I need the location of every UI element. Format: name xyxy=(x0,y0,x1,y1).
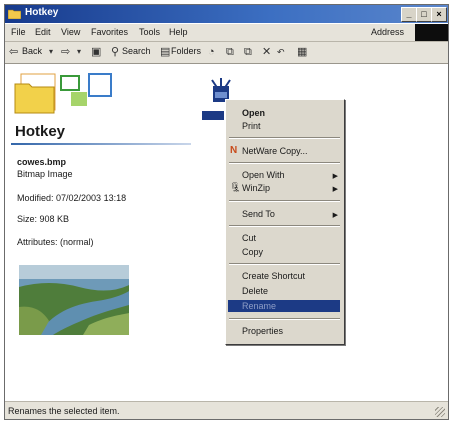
menu-item-open[interactable]: Open xyxy=(242,108,265,118)
menu-item-rename-label: Rename xyxy=(242,301,277,311)
close-button[interactable]: × xyxy=(431,7,447,22)
menu-item-rename[interactable]: Rename xyxy=(228,300,340,312)
menu-item-copy[interactable]: Copy xyxy=(242,247,263,257)
selected-file-attributes: Attributes: (normal) xyxy=(17,237,94,247)
menu-favorites[interactable]: Favorites xyxy=(91,27,128,37)
selected-file-modified: Modified: 07/02/2003 13:18 xyxy=(17,193,127,203)
menu-item-winzip[interactable]: WinZip xyxy=(242,183,270,193)
maximize-button[interactable]: □ xyxy=(416,7,432,22)
submenu-arrow-icon: ▶ xyxy=(332,186,338,193)
status-text: Renames the selected item. xyxy=(8,406,120,416)
menu-tools[interactable]: Tools xyxy=(139,27,160,37)
toolbar: ⇦ Back ▾ ⇨ ▾ ▣ ⚲ Search ▤ Folders ◔ ⧉ ⧉ … xyxy=(5,42,448,64)
window-title: Hotkey xyxy=(25,7,59,18)
divider xyxy=(11,143,191,145)
folder-info-panel: Hotkey cowes.bmp Bitmap Image Modified: … xyxy=(5,64,195,400)
menu-item-properties[interactable]: Properties xyxy=(242,326,283,336)
title-bar[interactable]: Hotkey _ □ × xyxy=(5,5,448,23)
explorer-window: Hotkey _ □ × File Edit View Favorites To… xyxy=(4,4,449,420)
move-to-icon[interactable]: ⧉ xyxy=(226,46,234,58)
submenu-arrow-icon: ▶ xyxy=(332,173,338,180)
menu-separator xyxy=(229,200,340,202)
status-bar: Renames the selected item. xyxy=(5,401,448,419)
back-button[interactable]: Back xyxy=(22,46,42,56)
history-icon[interactable]: ◔ xyxy=(208,46,215,58)
chevron-down-icon[interactable]: ▾ xyxy=(77,46,81,58)
address-label[interactable]: Address xyxy=(371,27,404,37)
menu-edit[interactable]: Edit xyxy=(35,27,51,37)
menu-separator xyxy=(229,318,340,320)
copy-to-icon[interactable]: ⧉ xyxy=(244,46,252,58)
menu-item-netware-copy[interactable]: NetWare Copy... xyxy=(242,146,308,156)
undo-icon[interactable]: ↶ xyxy=(277,46,285,58)
context-menu: Open Print N NetWare Copy... Open With ▶… xyxy=(225,99,345,345)
folders-button[interactable]: Folders xyxy=(171,46,201,56)
folder-title: Hotkey xyxy=(15,123,66,140)
menu-item-print[interactable]: Print xyxy=(242,121,261,131)
winzip-icon: 🗜 xyxy=(230,182,242,192)
menu-separator xyxy=(229,263,340,265)
selected-file-name: cowes.bmp xyxy=(17,157,67,167)
menu-item-create-shortcut[interactable]: Create Shortcut xyxy=(242,271,305,281)
selected-file-label[interactable] xyxy=(202,111,224,120)
menu-view[interactable]: View xyxy=(61,27,80,37)
delete-icon[interactable]: ✕ xyxy=(262,46,271,58)
folders-icon[interactable]: ▤ xyxy=(160,46,170,58)
image-thumbnail xyxy=(19,265,129,335)
menu-bar: File Edit View Favorites Tools Help Addr… xyxy=(5,24,448,42)
selected-file-size: Size: 908 KB xyxy=(17,214,70,224)
menu-separator xyxy=(229,225,340,227)
chevron-down-icon[interactable]: ▾ xyxy=(49,46,53,58)
menu-separator xyxy=(229,162,340,164)
search-button[interactable]: Search xyxy=(122,46,151,56)
menu-item-send-to[interactable]: Send To xyxy=(242,209,275,219)
minimize-button[interactable]: _ xyxy=(401,7,417,22)
views-icon[interactable]: ▦ xyxy=(297,46,307,58)
netware-icon: N xyxy=(230,145,238,156)
selected-file-type: Bitmap Image xyxy=(17,169,73,179)
forward-arrow-icon[interactable]: ⇨ xyxy=(61,46,70,58)
windows-logo-icon xyxy=(415,24,448,41)
menu-help[interactable]: Help xyxy=(169,27,188,37)
menu-item-cut[interactable]: Cut xyxy=(242,233,256,243)
menu-separator xyxy=(229,137,340,139)
menu-item-delete[interactable]: Delete xyxy=(242,286,268,296)
menu-file[interactable]: File xyxy=(11,27,26,37)
submenu-arrow-icon: ▶ xyxy=(332,212,338,219)
search-icon[interactable]: ⚲ xyxy=(111,46,119,58)
up-folder-icon[interactable]: ▣ xyxy=(91,46,101,58)
menu-item-open-with[interactable]: Open With xyxy=(242,170,285,180)
folder-banner-icon xyxy=(14,73,112,114)
back-arrow-icon[interactable]: ⇦ xyxy=(9,46,18,58)
folder-icon xyxy=(8,9,21,19)
resize-grip-icon[interactable] xyxy=(435,407,445,417)
